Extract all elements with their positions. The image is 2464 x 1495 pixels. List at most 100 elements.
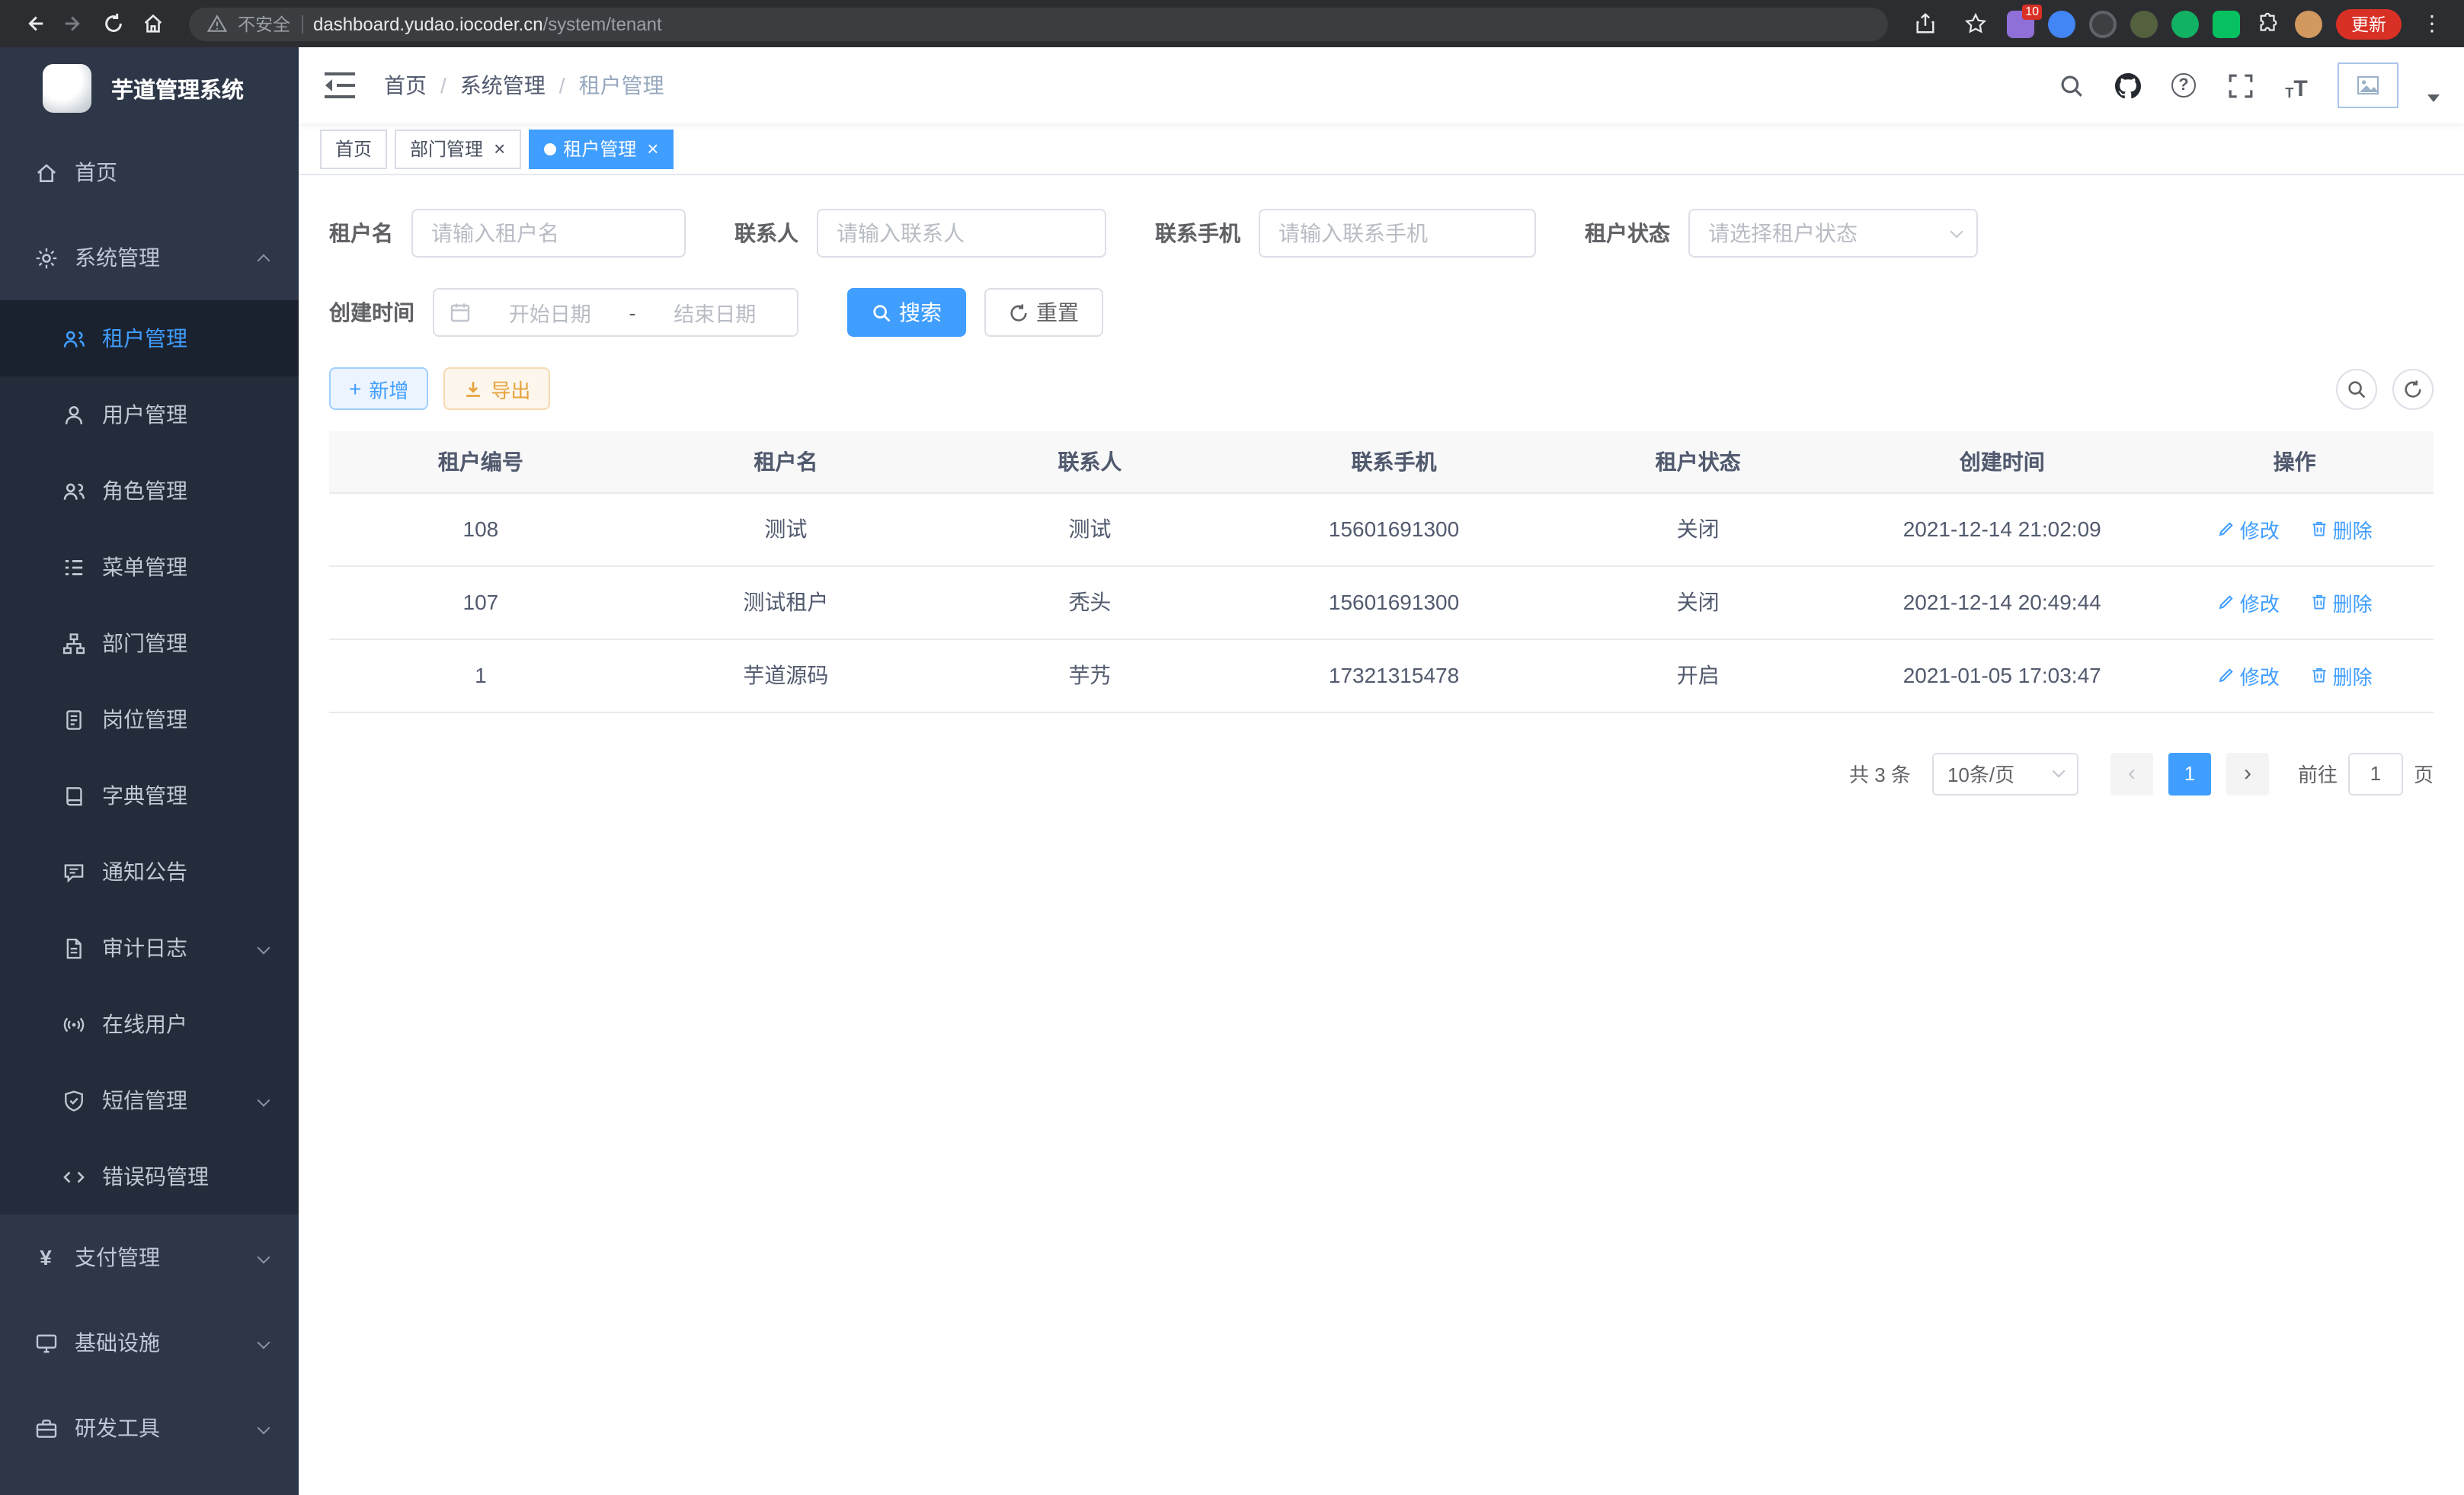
tag-home[interactable]: 首页 bbox=[320, 129, 387, 168]
github-icon[interactable] bbox=[2112, 70, 2142, 101]
screen: 不安全 dashboard.yudao.iocoder.cn/system/te… bbox=[0, 0, 2464, 1495]
browser-back-button[interactable] bbox=[15, 5, 52, 42]
sidebar-item-menu[interactable]: 菜单管理 bbox=[0, 529, 299, 605]
close-icon[interactable]: × bbox=[491, 139, 505, 158]
sidebar-item-infra[interactable]: 基础设施 bbox=[0, 1300, 299, 1385]
edit-link[interactable]: 修改 bbox=[2217, 514, 2280, 543]
tenant-name-input[interactable] bbox=[411, 209, 686, 258]
sidebar-item-dev-tools[interactable]: 研发工具 bbox=[0, 1385, 299, 1471]
user-avatar[interactable] bbox=[2338, 62, 2398, 108]
prev-page-button[interactable]: ‹ bbox=[2110, 752, 2153, 795]
page-unit-label: 页 bbox=[2414, 759, 2434, 788]
extension-icon-6[interactable] bbox=[2213, 10, 2240, 37]
cell-actions: 修改 删除 bbox=[2155, 492, 2434, 565]
browser-forward-button[interactable] bbox=[55, 5, 91, 42]
app-logo[interactable]: 芋道管理系统 bbox=[0, 47, 299, 130]
col-actions: 操作 bbox=[2155, 431, 2434, 492]
log-doc-icon bbox=[61, 936, 85, 960]
sidebar-item-system[interactable]: 系统管理 bbox=[0, 215, 299, 300]
breadcrumb-separator: / bbox=[440, 73, 446, 98]
status-select[interactable]: 请选择租户状态 bbox=[1688, 209, 1978, 258]
chevron-down-icon bbox=[1950, 225, 1963, 238]
contact-input[interactable] bbox=[817, 209, 1106, 258]
tag-dept[interactable]: 部门管理 × bbox=[395, 129, 520, 168]
browser-address-bar[interactable]: 不安全 dashboard.yudao.iocoder.cn/system/te… bbox=[189, 7, 1888, 40]
extension-icon-2[interactable] bbox=[2048, 10, 2075, 37]
sidebar-item-notice[interactable]: 通知公告 bbox=[0, 834, 299, 910]
tags-view-bar: 首页 部门管理 × 租户管理 × bbox=[299, 123, 2464, 175]
add-button-label: 新增 bbox=[369, 374, 408, 403]
sidebar-item-label: 菜单管理 bbox=[102, 552, 187, 582]
browser-home-button[interactable] bbox=[134, 5, 171, 42]
sidebar-item-dict[interactable]: 字典管理 bbox=[0, 757, 299, 834]
date-range-picker[interactable]: 开始日期 - 结束日期 bbox=[433, 288, 798, 337]
sidebar-item-dept[interactable]: 部门管理 bbox=[0, 605, 299, 681]
share-button[interactable] bbox=[1906, 5, 1943, 42]
bookmark-star-button[interactable] bbox=[1957, 5, 1993, 42]
add-button[interactable]: + 新增 bbox=[329, 367, 428, 410]
refresh-table-button[interactable] bbox=[2392, 368, 2434, 409]
edit-link-label: 修改 bbox=[2240, 587, 2280, 616]
cell-contact: 测试 bbox=[939, 492, 1240, 565]
extension-icon-3[interactable] bbox=[2089, 10, 2117, 37]
toggle-search-button[interactable] bbox=[2336, 368, 2377, 409]
delete-link[interactable]: 删除 bbox=[2310, 514, 2373, 543]
sidebar-item-label: 通知公告 bbox=[102, 856, 187, 887]
sidebar-item-error-code[interactable]: 错误码管理 bbox=[0, 1138, 299, 1215]
page-number-button[interactable]: 1 bbox=[2168, 752, 2211, 795]
tag-label: 租户管理 bbox=[563, 136, 636, 162]
fullscreen-icon[interactable] bbox=[2225, 70, 2255, 101]
avatar-dropdown-caret-icon[interactable] bbox=[2427, 94, 2440, 102]
profile-avatar-icon[interactable] bbox=[2295, 10, 2322, 37]
pay-yen-icon: ¥ bbox=[34, 1245, 58, 1269]
tag-tenant[interactable]: 租户管理 × bbox=[528, 129, 674, 168]
breadcrumb-home[interactable]: 首页 bbox=[384, 70, 427, 101]
sidebar-item-audit-log[interactable]: 审计日志 bbox=[0, 910, 299, 986]
sidebar-item-tenant[interactable]: 租户管理 bbox=[0, 300, 299, 376]
search-button[interactable]: 搜索 bbox=[847, 288, 966, 337]
sidebar-item-payment[interactable]: ¥ 支付管理 bbox=[0, 1215, 299, 1300]
cell-actions: 修改 删除 bbox=[2155, 565, 2434, 639]
cell-contact: 秃头 bbox=[939, 565, 1240, 639]
extension-icon-1[interactable]: 10 bbox=[2007, 10, 2034, 37]
delete-link[interactable]: 删除 bbox=[2310, 661, 2373, 690]
export-button-label: 导出 bbox=[491, 374, 530, 403]
next-page-button[interactable]: › bbox=[2226, 752, 2269, 795]
edit-link[interactable]: 修改 bbox=[2217, 587, 2280, 616]
sidebar-item-home[interactable]: 首页 bbox=[0, 130, 299, 215]
breadcrumb-system[interactable]: 系统管理 bbox=[460, 70, 546, 101]
sidebar-item-label: 用户管理 bbox=[102, 399, 187, 430]
browser-refresh-button[interactable] bbox=[94, 5, 131, 42]
calendar-icon bbox=[450, 302, 471, 323]
table-row: 107 测试租户 秃头 15601691300 关闭 2021-12-14 20… bbox=[329, 565, 2434, 639]
online-signal-icon bbox=[61, 1012, 85, 1036]
edit-link[interactable]: 修改 bbox=[2217, 661, 2280, 690]
extension-icon-4[interactable] bbox=[2130, 10, 2158, 37]
page-size-select[interactable]: 10条/页 bbox=[1932, 752, 2078, 795]
extension-icon-5[interactable] bbox=[2171, 10, 2199, 37]
top-navbar: 首页 / 系统管理 / 租户管理 ? bbox=[299, 47, 2464, 123]
mobile-input[interactable] bbox=[1259, 209, 1536, 258]
status-select-placeholder: 请选择租户状态 bbox=[1708, 218, 1858, 248]
status-label: 租户状态 bbox=[1585, 218, 1688, 248]
sidebar-item-online-users[interactable]: 在线用户 bbox=[0, 986, 299, 1062]
sidebar-item-post[interactable]: 岗位管理 bbox=[0, 681, 299, 757]
export-button[interactable]: 导出 bbox=[443, 367, 550, 410]
menu-list-icon bbox=[61, 555, 85, 579]
sidebar-item-role[interactable]: 角色管理 bbox=[0, 453, 299, 529]
font-size-icon[interactable]: TT bbox=[2281, 70, 2312, 101]
header-search-icon[interactable] bbox=[2056, 70, 2086, 101]
close-icon[interactable]: × bbox=[644, 139, 658, 158]
reset-button[interactable]: 重置 bbox=[984, 288, 1103, 337]
delete-link[interactable]: 删除 bbox=[2310, 587, 2373, 616]
browser-update-button[interactable]: 更新 bbox=[2336, 8, 2402, 39]
goto-label: 前往 bbox=[2298, 759, 2338, 788]
sidebar-item-user[interactable]: 用户管理 bbox=[0, 376, 299, 453]
sidebar-collapse-icon[interactable] bbox=[323, 70, 357, 101]
help-icon[interactable]: ? bbox=[2168, 70, 2199, 101]
tag-label: 首页 bbox=[335, 136, 372, 162]
browser-menu-icon[interactable]: ⋮ bbox=[2415, 11, 2449, 37]
extensions-puzzle-icon[interactable] bbox=[2254, 10, 2281, 37]
goto-page-input[interactable] bbox=[2348, 752, 2403, 795]
sidebar-item-sms[interactable]: 短信管理 bbox=[0, 1062, 299, 1138]
